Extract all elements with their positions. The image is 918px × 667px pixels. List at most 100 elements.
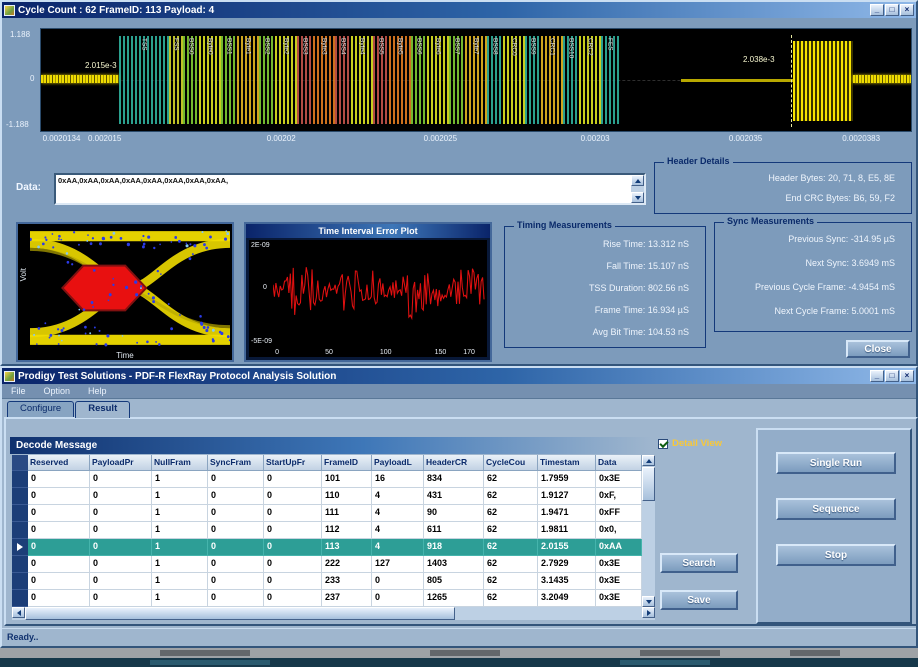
table-cell[interactable]: 0 bbox=[372, 573, 424, 590]
table-cell[interactable]: 0 bbox=[90, 522, 152, 539]
table-cell[interactable]: 0 bbox=[264, 539, 322, 556]
search-button[interactable]: Search bbox=[660, 553, 738, 573]
scroll-right-button[interactable] bbox=[642, 607, 655, 618]
table-cell[interactable]: 0 bbox=[28, 556, 90, 573]
table-cell[interactable]: 0xF, bbox=[596, 488, 642, 505]
table-row[interactable]: 0010023701265623.20490x3E bbox=[12, 590, 642, 607]
table-cell[interactable]: 0x3E bbox=[596, 471, 642, 488]
table-cell[interactable]: 4 bbox=[372, 539, 424, 556]
table-cell[interactable]: 233 bbox=[322, 573, 372, 590]
data-field-scrollbar[interactable] bbox=[631, 175, 644, 203]
table-cell[interactable]: 127 bbox=[372, 556, 424, 573]
column-header-data[interactable]: Data bbox=[596, 455, 642, 471]
table-row[interactable]: 001001134918622.01550xAA bbox=[12, 539, 642, 556]
table-cell[interactable]: 0 bbox=[90, 488, 152, 505]
table-cell[interactable]: 0 bbox=[28, 590, 90, 607]
row-selector-cell[interactable] bbox=[12, 590, 28, 607]
table-cell[interactable]: 222 bbox=[322, 556, 372, 573]
table-cell[interactable]: 805 bbox=[424, 573, 484, 590]
table-cell[interactable]: 1 bbox=[152, 471, 208, 488]
scroll-down-button[interactable] bbox=[631, 192, 644, 203]
table-cell[interactable]: 1.9471 bbox=[538, 505, 596, 522]
table-cell[interactable]: 0 bbox=[264, 573, 322, 590]
table-cell[interactable]: 0 bbox=[264, 590, 322, 607]
table-cell[interactable]: 62 bbox=[484, 556, 538, 573]
scroll-down-button[interactable] bbox=[642, 596, 655, 607]
scroll-left-button[interactable] bbox=[12, 607, 25, 618]
measurement-window-titlebar[interactable]: Cycle Count : 62 FrameID: 113 Payload: 4… bbox=[2, 2, 916, 18]
table-horizontal-scrollbar[interactable] bbox=[12, 607, 655, 620]
table-cell[interactable]: 834 bbox=[424, 471, 484, 488]
tab-result[interactable]: Result bbox=[75, 401, 130, 418]
table-cell[interactable]: 4 bbox=[372, 522, 424, 539]
row-selector-cell[interactable] bbox=[12, 522, 28, 539]
minimize-button[interactable]: _ bbox=[870, 4, 884, 16]
detail-view-checkbox[interactable] bbox=[658, 439, 668, 449]
close-button[interactable]: Close bbox=[846, 340, 910, 358]
maximize-button[interactable]: □ bbox=[885, 370, 899, 382]
table-cell[interactable]: 112 bbox=[322, 522, 372, 539]
table-cell[interactable]: 0 bbox=[264, 488, 322, 505]
table-cell[interactable]: 0 bbox=[90, 471, 152, 488]
column-header-headercr[interactable]: HeaderCR bbox=[424, 455, 484, 471]
column-header-cyclecou[interactable]: CycleCou bbox=[484, 455, 538, 471]
table-cell[interactable]: 1 bbox=[152, 522, 208, 539]
table-cell[interactable]: 62 bbox=[484, 573, 538, 590]
menu-help[interactable]: Help bbox=[79, 386, 116, 396]
table-cell[interactable]: 0 bbox=[208, 522, 264, 539]
table-cell[interactable]: 237 bbox=[322, 590, 372, 607]
table-cell[interactable]: 90 bbox=[424, 505, 484, 522]
table-cell[interactable]: 0 bbox=[208, 539, 264, 556]
table-cell[interactable]: 0x3E bbox=[596, 573, 642, 590]
save-button[interactable]: Save bbox=[660, 590, 738, 610]
column-header-payloadl[interactable]: PayloadL bbox=[372, 455, 424, 471]
table-cell[interactable]: 1 bbox=[152, 573, 208, 590]
table-cell[interactable]: 62 bbox=[484, 539, 538, 556]
column-header-timestam[interactable]: Timestam bbox=[538, 455, 596, 471]
table-cell[interactable]: 62 bbox=[484, 488, 538, 505]
row-selector-cell[interactable] bbox=[12, 556, 28, 573]
table-cell[interactable]: 1 bbox=[152, 488, 208, 505]
table-cell[interactable]: 1 bbox=[152, 505, 208, 522]
detail-view-control[interactable]: Detail View bbox=[658, 438, 722, 449]
table-cell[interactable]: 62 bbox=[484, 590, 538, 607]
sequence-button[interactable]: Sequence bbox=[776, 498, 896, 520]
table-cell[interactable]: 0 bbox=[28, 471, 90, 488]
table-cell[interactable]: 0 bbox=[28, 505, 90, 522]
stop-button[interactable]: Stop bbox=[776, 544, 896, 566]
menu-option[interactable]: Option bbox=[35, 386, 80, 396]
waveform-plot[interactable]: TSSFSSBSS0Byte0BSS1Byte1BSS2Byte2BSS3Byt… bbox=[40, 28, 912, 132]
table-cell[interactable]: 0 bbox=[264, 471, 322, 488]
table-cell[interactable]: 0 bbox=[208, 505, 264, 522]
table-row[interactable]: 0010010116834621.79590x3E bbox=[12, 471, 642, 488]
table-cell[interactable]: 110 bbox=[322, 488, 372, 505]
table-cell[interactable]: 16 bbox=[372, 471, 424, 488]
table-row[interactable]: 001001124611621.98110x0, bbox=[12, 522, 642, 539]
table-cell[interactable]: 611 bbox=[424, 522, 484, 539]
data-field[interactable]: 0xAA,0xAA,0xAA,0xAA,0xAA,0xAA,0xAA,0xAA, bbox=[54, 173, 646, 205]
scroll-up-button[interactable] bbox=[631, 175, 644, 186]
waveform-cursor-line[interactable] bbox=[791, 35, 792, 127]
table-cell[interactable]: 1.9811 bbox=[538, 522, 596, 539]
horizontal-scroll-thumb[interactable] bbox=[25, 607, 455, 620]
table-cell[interactable]: 1 bbox=[152, 590, 208, 607]
table-cell[interactable]: 0 bbox=[28, 488, 90, 505]
table-cell[interactable]: 0 bbox=[208, 471, 264, 488]
table-cell[interactable]: 62 bbox=[484, 505, 538, 522]
table-cell[interactable]: 0 bbox=[28, 522, 90, 539]
table-cell[interactable]: 3.1435 bbox=[538, 573, 596, 590]
table-row[interactable]: 001001104431621.91270xF, bbox=[12, 488, 642, 505]
table-cell[interactable]: 1.7959 bbox=[538, 471, 596, 488]
table-cell[interactable]: 2.0155 bbox=[538, 539, 596, 556]
column-header-startupfr[interactable]: StartUpFr bbox=[264, 455, 322, 471]
table-cell[interactable]: 0x0, bbox=[596, 522, 642, 539]
table-cell[interactable]: 1403 bbox=[424, 556, 484, 573]
row-selector-cell[interactable] bbox=[12, 573, 28, 590]
table-cell[interactable]: 0 bbox=[372, 590, 424, 607]
table-row[interactable]: 001002221271403622.79290x3E bbox=[12, 556, 642, 573]
table-cell[interactable]: 0 bbox=[208, 573, 264, 590]
table-cell[interactable]: 113 bbox=[322, 539, 372, 556]
table-cell[interactable]: 0 bbox=[28, 573, 90, 590]
close-window-button[interactable]: × bbox=[900, 4, 914, 16]
row-selector-cell[interactable] bbox=[12, 488, 28, 505]
